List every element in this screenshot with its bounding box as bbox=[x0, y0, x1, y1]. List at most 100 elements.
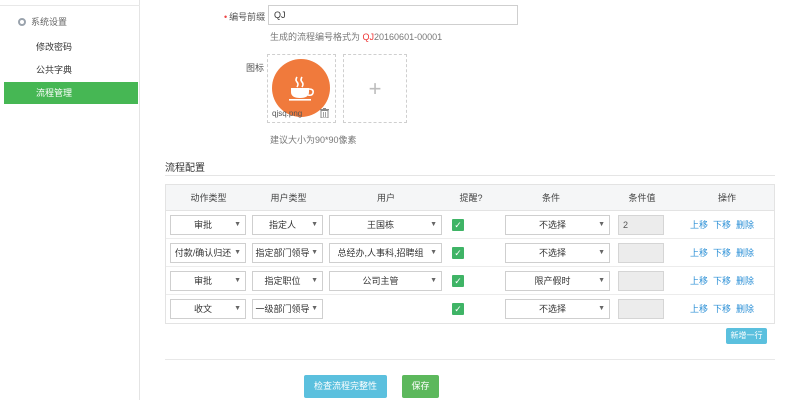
column-header-action-type: 动作类型 bbox=[190, 193, 227, 203]
move-down-link[interactable]: 下移 bbox=[713, 248, 731, 258]
sidebar-group-label: 系统设置 bbox=[31, 17, 68, 27]
icon-preview[interactable]: qjsq.png bbox=[267, 54, 336, 123]
remind-checkbox[interactable]: ✓ bbox=[452, 219, 464, 231]
move-up-link[interactable]: 上移 bbox=[690, 304, 708, 314]
move-up-link[interactable]: 上移 bbox=[690, 248, 708, 258]
plus-icon: + bbox=[368, 75, 382, 101]
user-type-select[interactable]: 指定职位 ▼ bbox=[252, 271, 323, 291]
select-value: 指定部门领导 bbox=[255, 248, 310, 258]
delete-link[interactable]: 删除 bbox=[736, 276, 754, 286]
select-value: 审批 bbox=[193, 276, 212, 286]
sidebar: 系统设置 修改密码 公共字典 流程管理 bbox=[0, 0, 140, 400]
move-down-link[interactable]: 下移 bbox=[713, 220, 731, 230]
user-select[interactable]: 王国栋 ▼ bbox=[329, 215, 442, 235]
row-operations: 上移 下移 删除 bbox=[690, 267, 759, 295]
user-type-select[interactable]: 一级部门领导 ▼ bbox=[252, 299, 323, 319]
select-value: 审批 bbox=[193, 220, 212, 230]
delete-link[interactable]: 删除 bbox=[736, 304, 754, 314]
select-value: 不选择 bbox=[538, 304, 566, 314]
select-value: 王国栋 bbox=[366, 220, 394, 230]
save-button[interactable]: 保存 bbox=[402, 375, 439, 398]
action-type-select[interactable]: 收文 ▼ bbox=[170, 299, 246, 319]
hint-prefix-text: 生成的流程编号格式为 bbox=[270, 32, 363, 42]
user-type-select[interactable]: 指定部门领导 ▼ bbox=[252, 243, 323, 263]
condition-value-input[interactable]: 2 bbox=[618, 215, 664, 235]
sidebar-top-divider bbox=[0, 0, 140, 6]
condition-select[interactable]: 限产假时 ▼ bbox=[505, 271, 610, 291]
prefix-input[interactable]: QJ bbox=[268, 5, 518, 25]
section-divider bbox=[165, 175, 775, 176]
table-row: 审批 ▼ 指定人 ▼ 王国栋 ▼ ✓ 不选择 ▼ 2 上移 下移 删除 bbox=[166, 211, 774, 239]
process-config-title: 流程配置 bbox=[165, 163, 205, 174]
condition-value-input[interactable] bbox=[618, 271, 664, 291]
trash-icon[interactable] bbox=[320, 108, 329, 118]
prefix-format-hint: 生成的流程编号格式为 QJ20160601-00001 bbox=[270, 30, 442, 43]
process-config-table: 动作类型 用户类型 用户 提醒? 条件 条件值 操作 审批 ▼ 指定人 ▼ 王国栋 ▼… bbox=[165, 184, 775, 324]
column-header-user-type: 用户类型 bbox=[270, 193, 307, 203]
sidebar-item-label: 公共字典 bbox=[36, 65, 73, 75]
dropdown-arrow-icon: ▼ bbox=[311, 305, 318, 312]
dropdown-arrow-icon: ▼ bbox=[311, 277, 318, 284]
select-value: 不选择 bbox=[538, 220, 566, 230]
dropdown-arrow-icon: ▼ bbox=[598, 221, 605, 228]
move-down-link[interactable]: 下移 bbox=[713, 276, 731, 286]
select-value: 公司主管 bbox=[362, 276, 399, 286]
action-type-select[interactable]: 付款/确认归还 ▼ bbox=[170, 243, 246, 263]
action-type-select[interactable]: 审批 ▼ bbox=[170, 271, 246, 291]
user-select[interactable]: 总经办,人事科,招聘组 ▼ bbox=[329, 243, 442, 263]
condition-value-input[interactable] bbox=[618, 243, 664, 263]
select-value: 不选择 bbox=[538, 248, 566, 258]
icon-label: 图标 bbox=[246, 63, 265, 73]
condition-select[interactable]: 不选择 ▼ bbox=[505, 215, 610, 235]
select-value: 限产假时 bbox=[534, 276, 571, 286]
select-value: 指定人 bbox=[268, 220, 296, 230]
delete-link[interactable]: 删除 bbox=[736, 220, 754, 230]
select-value: 总经办,人事科,招聘组 bbox=[337, 248, 424, 258]
condition-select[interactable]: 不选择 ▼ bbox=[505, 243, 610, 263]
dropdown-arrow-icon: ▼ bbox=[598, 305, 605, 312]
table-row: 付款/确认归还 ▼ 指定部门领导 ▼ 总经办,人事科,招聘组 ▼ ✓ 不选择 ▼ 上移下… bbox=[166, 239, 774, 267]
add-row-button[interactable]: 新增一行 bbox=[726, 328, 767, 344]
move-up-link[interactable]: 上移 bbox=[690, 276, 708, 286]
sidebar-item-process-management[interactable]: 流程管理 bbox=[4, 82, 138, 104]
footer-divider bbox=[165, 359, 775, 360]
move-up-link[interactable]: 上移 bbox=[690, 220, 708, 230]
table-row: 收文 ▼ 一级部门领导 ▼ ✓ 不选择 ▼ 上移 下移 删除 bbox=[166, 295, 774, 323]
dropdown-arrow-icon: ▼ bbox=[311, 221, 318, 228]
sidebar-group-system-settings[interactable]: 系统设置 bbox=[18, 15, 67, 28]
gear-icon bbox=[18, 17, 26, 26]
check-process-button[interactable]: 检查流程完整性 bbox=[304, 375, 387, 398]
user-type-select[interactable]: 指定人 ▼ bbox=[252, 215, 323, 235]
remind-checkbox[interactable]: ✓ bbox=[452, 275, 464, 287]
row-operations: 上移 下移 删除 bbox=[690, 295, 759, 323]
select-value: 收文 bbox=[193, 304, 212, 314]
sidebar-item-public-dictionary[interactable]: 公共字典 bbox=[4, 59, 138, 81]
move-down-link[interactable]: 下移 bbox=[713, 304, 731, 314]
action-type-select[interactable]: 审批 ▼ bbox=[170, 215, 246, 235]
column-header-remind: 提醒? bbox=[459, 193, 483, 203]
add-icon-upload[interactable]: + bbox=[343, 54, 407, 123]
delete-link[interactable]: 删除 bbox=[736, 248, 754, 258]
remind-checkbox[interactable]: ✓ bbox=[452, 303, 464, 315]
row-operations: 上移 下移 删除 bbox=[690, 239, 759, 267]
table-header: 动作类型 用户类型 用户 提醒? 条件 条件值 操作 bbox=[166, 185, 774, 211]
remind-checkbox[interactable]: ✓ bbox=[452, 247, 464, 259]
dropdown-arrow-icon: ▼ bbox=[430, 221, 437, 228]
row-operations: 上移 下移 删除 bbox=[690, 211, 759, 239]
sidebar-item-label: 流程管理 bbox=[36, 88, 73, 98]
column-header-operations: 操作 bbox=[717, 193, 736, 203]
table-row: 审批 ▼ 指定职位 ▼ 公司主管 ▼ ✓ 限产假时 ▼ 上移 下移 删除 bbox=[166, 267, 774, 295]
condition-value-input[interactable] bbox=[618, 299, 664, 319]
hint-suffix-text: 20160601-00001 bbox=[374, 32, 443, 42]
user-select[interactable]: 公司主管 ▼ bbox=[329, 271, 442, 291]
dropdown-arrow-icon: ▼ bbox=[234, 249, 241, 256]
dropdown-arrow-icon: ▼ bbox=[430, 277, 437, 284]
dropdown-arrow-icon: ▼ bbox=[598, 277, 605, 284]
prefix-label-text: 编号前缀 bbox=[229, 12, 266, 22]
condition-select[interactable]: 不选择 ▼ bbox=[505, 299, 610, 319]
column-header-condition: 条件 bbox=[541, 193, 560, 203]
icon-size-hint: 建议大小为90*90像素 bbox=[270, 135, 357, 145]
column-header-user: 用户 bbox=[376, 193, 395, 203]
hint-code-text: QJ bbox=[362, 32, 375, 42]
sidebar-item-change-password[interactable]: 修改密码 bbox=[4, 36, 138, 58]
